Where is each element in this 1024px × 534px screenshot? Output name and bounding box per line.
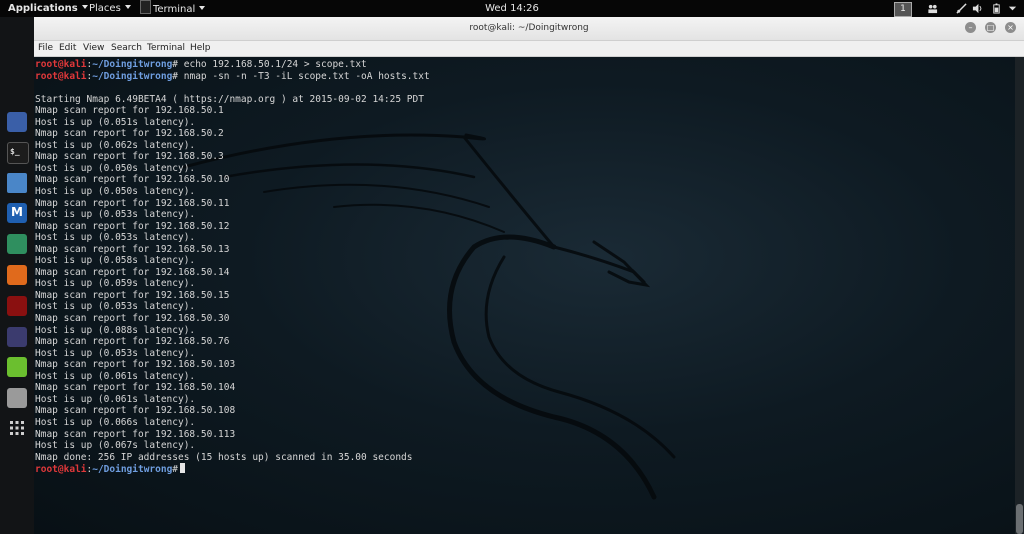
- prompt-line: root@kali:~/Doingitwrong#: [34, 463, 430, 475]
- prompt-path: ~/Doingitwrong: [92, 70, 173, 82]
- burpsuite-icon[interactable]: [7, 265, 27, 285]
- menu-terminal[interactable]: Terminal: [147, 41, 185, 55]
- menu-help[interactable]: Help: [190, 41, 211, 55]
- command-text: echo 192.168.50.1/24 > scope.txt: [178, 59, 367, 70]
- maltego-icon[interactable]: [7, 296, 27, 316]
- menu-file[interactable]: File: [38, 41, 53, 55]
- window-menubar: File Edit View Search Terminal Help: [34, 41, 1024, 57]
- faraday-icon[interactable]: [7, 388, 27, 408]
- terminal-output[interactable]: root@kali:~/Doingitwrong# echo 192.168.5…: [34, 57, 1015, 534]
- dock: $_ M: [0, 17, 35, 534]
- output-line: Nmap scan report for 192.168.50.10: [35, 174, 230, 186]
- output-line: Host is up (0.053s latency).: [35, 232, 196, 244]
- output-line: Nmap scan report for 192.168.50.76: [35, 336, 230, 348]
- text-cursor: [180, 463, 186, 474]
- prompt-user: root@kali: [35, 464, 87, 476]
- output-line: Host is up (0.051s latency).: [35, 116, 196, 128]
- minimize-button[interactable]: –: [965, 22, 976, 33]
- output-line: Host is up (0.050s latency).: [35, 186, 196, 198]
- volume-icon[interactable]: [972, 3, 983, 14]
- output-line: Nmap scan report for 192.168.50.113: [35, 428, 236, 440]
- prompt-symbol: #: [172, 464, 179, 476]
- output-line: Host is up (0.062s latency).: [35, 139, 196, 151]
- scrollbar-thumb[interactable]: [1016, 504, 1023, 534]
- output-line: Nmap scan report for 192.168.50.11: [35, 197, 230, 209]
- output-line: Host is up (0.050s latency).: [35, 162, 196, 174]
- output-line: Nmap done: 256 IP addresses (15 hosts up…: [35, 451, 413, 463]
- terminal-scrollbar[interactable]: [1015, 57, 1024, 534]
- close-button[interactable]: ×: [1005, 22, 1016, 33]
- network-icon[interactable]: [956, 3, 967, 14]
- battery-icon[interactable]: [991, 3, 1002, 14]
- output-line: Host is up (0.058s latency).: [35, 255, 196, 267]
- output-line: Nmap scan report for 192.168.50.108: [35, 405, 236, 417]
- terminal-icon[interactable]: $_: [7, 142, 29, 164]
- beef-icon[interactable]: [7, 327, 27, 347]
- power-menu-icon[interactable]: [1007, 3, 1018, 14]
- iceweasel-icon[interactable]: [7, 112, 27, 132]
- output-line: Host is up (0.053s latency).: [35, 347, 196, 359]
- prompt-line: root@kali:~/Doingitwrong# nmap -sn -n -T…: [34, 71, 430, 83]
- output-line: Nmap scan report for 192.168.50.2: [35, 128, 224, 140]
- window-title: root@kali: ~/Doingitwrong: [469, 23, 589, 33]
- output-line: Nmap scan report for 192.168.50.104: [35, 382, 236, 394]
- top-panel: Applications Places Terminal Wed 14:26 1: [0, 0, 1024, 17]
- prompt-path: ~/Doingitwrong: [92, 59, 173, 70]
- output-line: Host is up (0.067s latency).: [35, 440, 196, 452]
- armitage-icon[interactable]: [7, 234, 27, 254]
- files-icon[interactable]: [7, 173, 27, 193]
- menu-view[interactable]: View: [83, 41, 104, 55]
- prompt-path: ~/Doingitwrong: [92, 464, 173, 476]
- prompt-line: root@kali:~/Doingitwrong# echo 192.168.5…: [34, 59, 430, 71]
- output-line: Nmap scan report for 192.168.50.103: [35, 359, 236, 371]
- clock[interactable]: Wed 14:26: [0, 0, 1024, 17]
- show-apps-icon[interactable]: [7, 418, 27, 438]
- output-line: Nmap scan report for 192.168.50.12: [35, 220, 230, 232]
- maximize-button[interactable]: □: [985, 22, 996, 33]
- output-line: Host is up (0.061s latency).: [35, 393, 196, 405]
- leafpad-icon[interactable]: [7, 357, 27, 377]
- people-icon[interactable]: [927, 3, 938, 14]
- command-text: nmap -sn -n -T3 -iL scope.txt -oA hosts.…: [178, 70, 430, 82]
- output-line: Host is up (0.053s latency).: [35, 209, 196, 221]
- prompt-user: root@kali: [35, 59, 87, 70]
- terminal-window: root@kali: ~/Doingitwrong – □ × File Edit…: [34, 17, 1024, 534]
- output-line: Nmap scan report for 192.168.50.15: [35, 289, 230, 301]
- metasploit-icon[interactable]: M: [7, 203, 27, 223]
- menu-edit[interactable]: Edit: [59, 41, 76, 55]
- output-line: Host is up (0.088s latency).: [35, 324, 196, 336]
- output-line: Nmap scan report for 192.168.50.3: [35, 151, 224, 163]
- menu-search[interactable]: Search: [111, 41, 142, 55]
- output-line: Starting Nmap 6.49BETA4 ( https://nmap.o…: [35, 93, 424, 105]
- output-line: Host is up (0.053s latency).: [35, 301, 196, 313]
- output-line: Nmap scan report for 192.168.50.1: [35, 105, 224, 117]
- output-line: Host is up (0.059s latency).: [35, 278, 196, 290]
- terminal-lines: root@kali:~/Doingitwrong# echo 192.168.5…: [34, 59, 430, 475]
- output-line: Nmap scan report for 192.168.50.30: [35, 313, 230, 325]
- window-titlebar[interactable]: root@kali: ~/Doingitwrong – □ ×: [34, 17, 1024, 41]
- prompt-user: root@kali: [35, 70, 87, 82]
- output-line: Host is up (0.061s latency).: [35, 370, 196, 382]
- workspace-indicator[interactable]: 1: [894, 2, 912, 17]
- output-line: Nmap scan report for 192.168.50.13: [35, 243, 230, 255]
- output-line: Host is up (0.066s latency).: [35, 416, 196, 428]
- output-line: Nmap scan report for 192.168.50.14: [35, 266, 230, 278]
